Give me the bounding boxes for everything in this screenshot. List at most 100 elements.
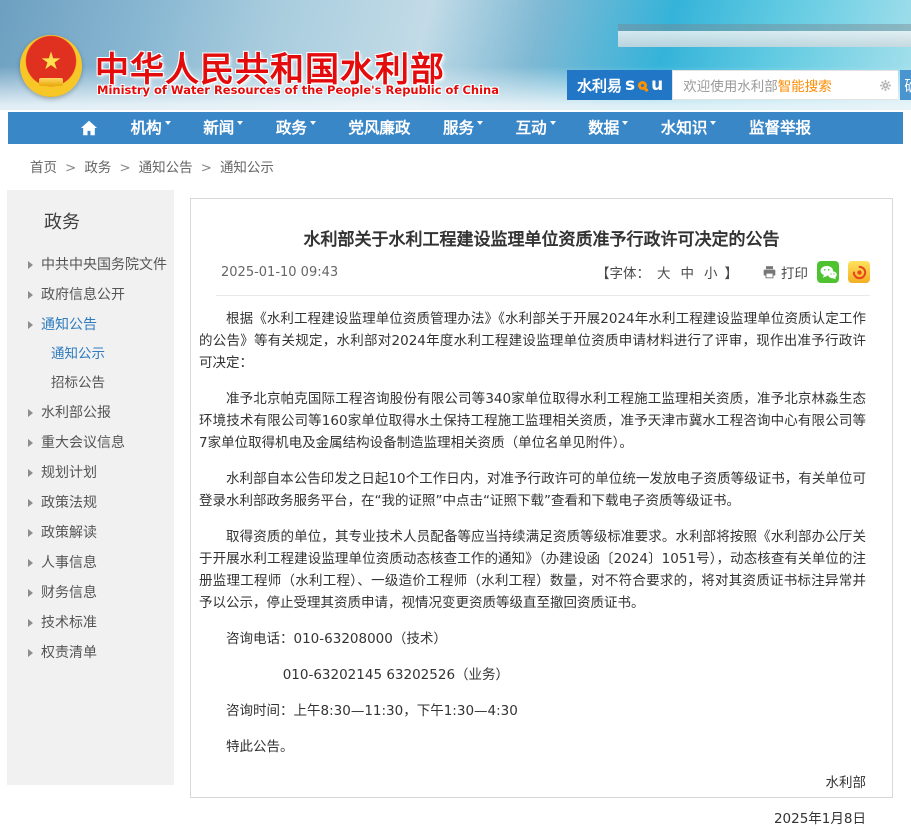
article-paragraph-closing: 特此公告。 bbox=[199, 736, 866, 758]
article-paragraph-phone-business: 010-63202145 63202526（业务） bbox=[199, 664, 866, 686]
article-paragraph-hours: 咨询时间：上午8:30—11:30，下午1:30—4:30 bbox=[199, 700, 866, 722]
arrow-right-icon bbox=[28, 409, 33, 417]
breadcrumb-separator: > bbox=[119, 160, 130, 176]
breadcrumb-separator: > bbox=[65, 160, 76, 176]
nav-item-label: 服务 bbox=[443, 119, 474, 137]
sidebar-item-responsibility-list[interactable]: 权责清单 bbox=[7, 638, 174, 668]
sidebar-item-planning[interactable]: 规划计划 bbox=[7, 458, 174, 488]
breadcrumb-notices[interactable]: 通知公告 bbox=[139, 160, 193, 176]
search-brand-s: s bbox=[625, 75, 635, 95]
article-date: 2025-01-10 09:43 bbox=[216, 265, 338, 280]
sidebar-item-notices[interactable]: 通知公告 bbox=[7, 310, 174, 340]
search-input[interactable]: 欢迎使用水利部智能搜索 bbox=[672, 70, 898, 100]
nav-item-water-knowledge[interactable]: 水知识 bbox=[661, 112, 717, 144]
caret-down-icon bbox=[165, 121, 171, 125]
nav-item-organization[interactable]: 机构 bbox=[131, 112, 171, 144]
print-button[interactable]: 打印 bbox=[762, 262, 808, 282]
wechat-share-icon[interactable] bbox=[817, 261, 839, 283]
print-label: 打印 bbox=[781, 262, 808, 282]
nav-item-supervision-report[interactable]: 监督举报 bbox=[749, 112, 811, 144]
article-signature-date: 2025年1月8日 bbox=[199, 808, 866, 830]
emblem-star-icon: ★ bbox=[40, 49, 62, 73]
arrow-right-icon bbox=[28, 559, 33, 567]
nav-item-label: 监督举报 bbox=[749, 119, 811, 137]
sidebar-item-technical-standards[interactable]: 技术标准 bbox=[7, 608, 174, 638]
sidebar-item-gazette[interactable]: 水利部公报 bbox=[7, 398, 174, 428]
font-size-medium-button[interactable]: 中 bbox=[681, 262, 695, 282]
font-size-large-button[interactable]: 大 bbox=[657, 262, 671, 282]
nav-item-news[interactable]: 新闻 bbox=[203, 112, 243, 144]
sidebar-item-central-documents[interactable]: 中共中央国务院文件 bbox=[7, 250, 174, 280]
arrow-right-icon bbox=[28, 529, 33, 537]
caret-down-icon bbox=[710, 121, 716, 125]
breadcrumb-separator: > bbox=[201, 160, 212, 176]
gear-icon[interactable] bbox=[879, 79, 892, 92]
article-meta: 2025-01-10 09:43 【字体： 大 中 小 】 打印 bbox=[216, 261, 870, 296]
arrow-right-icon bbox=[28, 499, 33, 507]
caret-down-icon bbox=[237, 121, 243, 125]
font-size-label-close: 】 bbox=[725, 262, 739, 282]
nav-item-services[interactable]: 服务 bbox=[443, 112, 483, 144]
search-placeholder-highlight: 智能搜索 bbox=[778, 75, 832, 95]
breadcrumb: 首页 > 政务 > 通知公告 > 通知公示 bbox=[30, 156, 274, 176]
nav-item-interaction[interactable]: 互动 bbox=[516, 112, 556, 144]
article-signature: 水利部 bbox=[199, 772, 866, 794]
sidebar-item-major-meetings[interactable]: 重大会议信息 bbox=[7, 428, 174, 458]
arrow-right-icon bbox=[28, 469, 33, 477]
arrow-right-icon bbox=[28, 291, 33, 299]
article-title: 水利部关于水利工程建设监理单位资质准予行政许可决定的公告 bbox=[221, 225, 862, 250]
breadcrumb-government-affairs[interactable]: 政务 bbox=[84, 160, 111, 176]
magnifier-icon bbox=[638, 81, 647, 90]
font-size-label-open: 【字体： bbox=[596, 262, 650, 282]
sidebar-title: 政务 bbox=[7, 190, 174, 234]
article-paragraph: 根据《水利工程建设监理单位资质管理办法》《水利部关于开展2024年水利工程建设监… bbox=[199, 308, 866, 374]
article-paragraph: 准予北京帕克国际工程咨询股份有限公司等340家单位取得水利工程施工监理相关资质，… bbox=[199, 388, 866, 454]
caret-down-icon bbox=[622, 121, 628, 125]
arrow-right-icon bbox=[28, 589, 33, 597]
sidebar-item-policies-regulations[interactable]: 政策法规 bbox=[7, 488, 174, 518]
weibo-share-icon[interactable] bbox=[848, 261, 870, 283]
caret-down-icon bbox=[477, 121, 483, 125]
nav-item-label: 党风廉政 bbox=[348, 119, 410, 137]
sidebar-item-info-disclosure[interactable]: 政府信息公开 bbox=[7, 280, 174, 310]
site-banner: ★ 中华人民共和国水利部 Ministry of Water Resources… bbox=[0, 0, 911, 110]
arrow-right-icon bbox=[28, 649, 33, 657]
arrow-right-icon bbox=[28, 321, 33, 329]
arrow-right-icon bbox=[28, 261, 33, 269]
nav-item-data[interactable]: 数据 bbox=[588, 112, 628, 144]
caret-down-icon bbox=[310, 121, 316, 125]
breadcrumb-home[interactable]: 首页 bbox=[30, 160, 57, 176]
article-tools: 【字体： 大 中 小 】 打印 bbox=[594, 261, 870, 283]
search-submit-button[interactable]: 确定 bbox=[900, 70, 911, 100]
arrow-right-icon bbox=[28, 619, 33, 627]
site-subtitle: Ministry of Water Resources of the Peopl… bbox=[97, 83, 499, 97]
sidebar-subitem-bidding-notices[interactable]: 招标公告 bbox=[7, 369, 174, 398]
nav-item-label: 数据 bbox=[588, 119, 619, 137]
font-size-small-button[interactable]: 小 bbox=[704, 262, 718, 282]
sidebar-item-personnel[interactable]: 人事信息 bbox=[7, 548, 174, 578]
breadcrumb-current[interactable]: 通知公示 bbox=[220, 160, 274, 176]
nav-item-label: 水知识 bbox=[661, 119, 708, 137]
sidebar-item-policy-interpretation[interactable]: 政策解读 bbox=[7, 518, 174, 548]
nav-item-label: 机构 bbox=[131, 119, 162, 137]
nav-item-label: 新闻 bbox=[203, 119, 234, 137]
nav-item-government-affairs[interactable]: 政务 bbox=[276, 112, 316, 144]
main-nav: 机构 新闻 政务 党风廉政 服务 互动 数据 水知识 监督举报 bbox=[8, 112, 903, 144]
article-panel: 水利部关于水利工程建设监理单位资质准予行政许可决定的公告 2025-01-10 … bbox=[190, 198, 893, 798]
article-paragraph: 水利部自本公告印发之日起10个工作日内，对准予行政许可的单位统一发放电子资质等级… bbox=[199, 468, 866, 512]
arrow-right-icon bbox=[28, 439, 33, 447]
sidebar-menu: 中共中央国务院文件 政府信息公开 通知公告 通知公示 招标公告 水利部公报 重大… bbox=[7, 250, 174, 668]
sidebar-subitem-notice-publicity[interactable]: 通知公示 bbox=[7, 340, 174, 369]
sidebar-item-finance[interactable]: 财务信息 bbox=[7, 578, 174, 608]
home-icon[interactable] bbox=[80, 120, 98, 136]
caret-down-icon bbox=[550, 121, 556, 125]
search-brand-text: 水利易 bbox=[577, 75, 622, 96]
search-brand-u: u bbox=[651, 75, 663, 95]
article-paragraph-phone-tech: 咨询电话：010-63208000（技术） bbox=[199, 628, 866, 650]
nav-item-label: 政务 bbox=[276, 119, 307, 137]
nav-item-party-conduct[interactable]: 党风廉政 bbox=[348, 112, 410, 144]
printer-icon bbox=[762, 265, 777, 279]
article-paragraph: 取得资质的单位，其专业技术人员配备等应当持续满足资质等级标准要求。水利部将按照《… bbox=[199, 526, 866, 614]
search-bar: 水利易 s u 欢迎使用水利部智能搜索 确定 bbox=[567, 70, 911, 100]
nav-item-label: 互动 bbox=[516, 119, 547, 137]
